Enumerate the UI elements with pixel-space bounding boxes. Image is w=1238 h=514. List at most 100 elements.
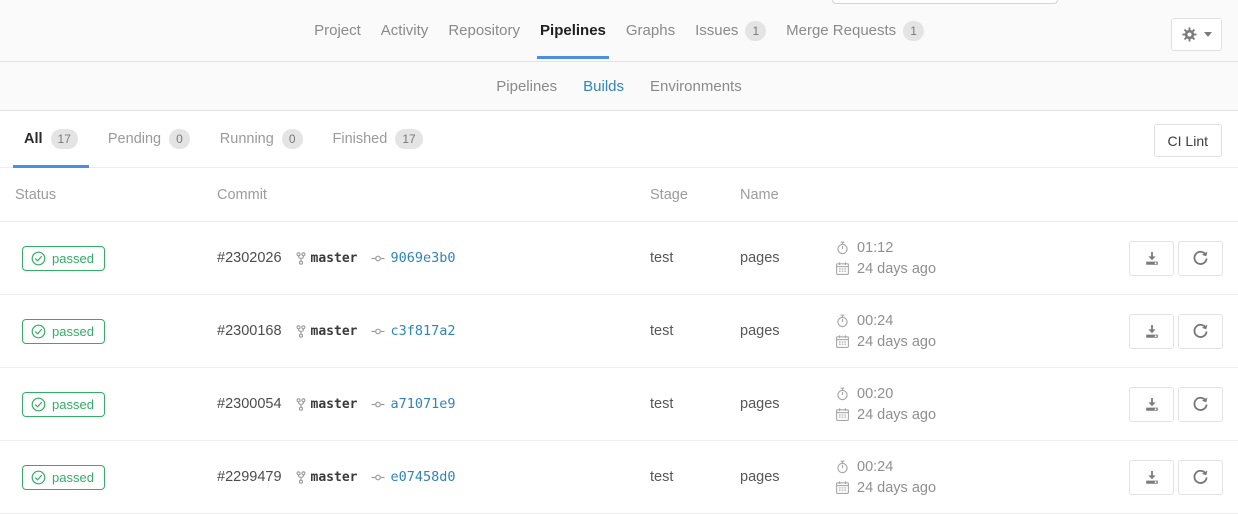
retry-build-button[interactable]	[1178, 387, 1223, 422]
tab-running[interactable]: Running 0	[209, 111, 314, 167]
subnav-item-builds[interactable]: Builds	[570, 78, 637, 95]
stopwatch-icon	[835, 241, 849, 255]
subnav-item-pipelines[interactable]: Pipelines	[483, 78, 570, 95]
nav-count-badge: 1	[745, 21, 766, 41]
check-circle-icon	[31, 470, 46, 485]
top-nav-item-label: Merge Requests	[786, 22, 896, 39]
commit-sha-link[interactable]: 9069e3b0	[371, 250, 455, 266]
branch-fork-icon	[296, 252, 306, 265]
tab-finished[interactable]: Finished 17	[322, 111, 434, 167]
project-settings-dropdown-button[interactable]	[1171, 18, 1222, 51]
top-nav-item-label: Graphs	[626, 22, 675, 39]
branch-name: master	[311, 324, 358, 339]
chevron-down-icon	[1204, 32, 1212, 37]
top-nav-item-label: Activity	[381, 22, 429, 39]
calendar-icon	[835, 408, 849, 421]
build-id-link[interactable]: #2299479	[217, 469, 282, 485]
build-status-badge[interactable]: passed	[22, 319, 105, 344]
stopwatch-icon	[835, 460, 849, 474]
build-status-badge[interactable]: passed	[22, 392, 105, 417]
download-artifacts-button[interactable]	[1129, 241, 1174, 276]
build-row--2299479: passed #2299479 master	[0, 441, 1238, 514]
branch-name: master	[311, 470, 358, 485]
top-nav-item-graphs[interactable]: Graphs	[616, 0, 685, 61]
build-row--2300054: passed #2300054 master	[0, 368, 1238, 441]
commit-icon	[371, 254, 385, 263]
build-status-badge[interactable]: passed	[22, 465, 105, 490]
calendar-icon	[835, 262, 849, 275]
build-status-badge[interactable]: passed	[22, 246, 105, 271]
check-circle-icon	[31, 324, 46, 339]
sub-nav-list: Pipelines Builds Environments	[483, 78, 754, 95]
ci-lint-button[interactable]: CI Lint	[1154, 124, 1222, 157]
build-status-label: passed	[52, 251, 94, 266]
stopwatch-icon	[835, 387, 849, 401]
build-id-link[interactable]: #2302026	[217, 250, 282, 266]
build-name: pages	[740, 469, 835, 485]
build-status-label: passed	[52, 324, 94, 339]
commit-sha-link[interactable]: c3f817a2	[371, 323, 455, 339]
build-finished-ago: 24 days ago	[857, 480, 936, 496]
commit-icon	[371, 400, 385, 409]
top-nav: Project Activity Repository Pipelines Gr…	[304, 0, 934, 61]
download-icon	[1144, 397, 1160, 412]
download-icon	[1144, 324, 1160, 339]
retry-build-button[interactable]	[1178, 314, 1223, 349]
branch-link[interactable]: master	[296, 251, 358, 266]
header-status: Status	[15, 187, 217, 203]
top-nav-bar: Project Activity Repository Pipelines Gr…	[0, 0, 1238, 62]
top-nav-item-merge-requests[interactable]: Merge Requests 1	[776, 0, 934, 61]
build-finished-ago: 24 days ago	[857, 407, 936, 423]
check-circle-icon	[31, 397, 46, 412]
top-nav-item-project[interactable]: Project	[304, 0, 371, 61]
top-nav-item-repository[interactable]: Repository	[438, 0, 530, 61]
tab-all[interactable]: All 17	[13, 111, 89, 167]
retry-icon	[1192, 323, 1209, 340]
branch-link[interactable]: master	[296, 397, 358, 412]
retry-icon	[1192, 469, 1209, 486]
build-row--2302026: passed #2302026 master	[0, 222, 1238, 295]
build-status-label: passed	[52, 397, 94, 412]
pipelines-sub-nav: Pipelines Builds Environments	[0, 62, 1238, 111]
build-stage: test	[650, 250, 740, 266]
top-nav-item-pipelines[interactable]: Pipelines	[530, 0, 616, 61]
tab-count-badge: 17	[51, 129, 78, 149]
commit-sha: 9069e3b0	[390, 250, 455, 266]
download-artifacts-button[interactable]	[1129, 460, 1174, 495]
retry-build-button[interactable]	[1178, 241, 1223, 276]
branch-link[interactable]: master	[296, 470, 358, 485]
tab-count-badge: 17	[395, 129, 422, 149]
gear-icon	[1182, 27, 1197, 42]
branch-fork-icon	[296, 398, 306, 411]
build-id-link[interactable]: #2300168	[217, 323, 282, 339]
top-nav-item-label: Repository	[448, 22, 520, 39]
commit-sha: a71071e9	[390, 396, 455, 412]
branch-link[interactable]: master	[296, 324, 358, 339]
download-artifacts-button[interactable]	[1129, 314, 1174, 349]
download-icon	[1144, 251, 1160, 266]
top-nav-item-issues[interactable]: Issues 1	[685, 0, 776, 61]
top-nav-item-label: Pipelines	[540, 22, 606, 39]
build-name: pages	[740, 323, 835, 339]
commit-sha-link[interactable]: a71071e9	[371, 396, 455, 412]
build-name: pages	[740, 250, 835, 266]
tab-label: Pending	[108, 131, 161, 147]
retry-icon	[1192, 250, 1209, 267]
check-circle-icon	[31, 251, 46, 266]
branch-name: master	[311, 251, 358, 266]
build-finished-ago: 24 days ago	[857, 261, 936, 277]
retry-build-button[interactable]	[1178, 460, 1223, 495]
branch-fork-icon	[296, 471, 306, 484]
commit-sha: e07458d0	[390, 469, 455, 485]
subnav-item-environments[interactable]: Environments	[637, 78, 755, 95]
commit-sha-link[interactable]: e07458d0	[371, 469, 455, 485]
top-nav-item-activity[interactable]: Activity	[371, 0, 439, 61]
branch-fork-icon	[296, 325, 306, 338]
download-artifacts-button[interactable]	[1129, 387, 1174, 422]
header-stage: Stage	[650, 187, 740, 203]
tab-pending[interactable]: Pending 0	[97, 111, 201, 167]
calendar-icon	[835, 335, 849, 348]
header-name: Name	[740, 187, 835, 203]
build-id-link[interactable]: #2300054	[217, 396, 282, 412]
commit-sha: c3f817a2	[390, 323, 455, 339]
